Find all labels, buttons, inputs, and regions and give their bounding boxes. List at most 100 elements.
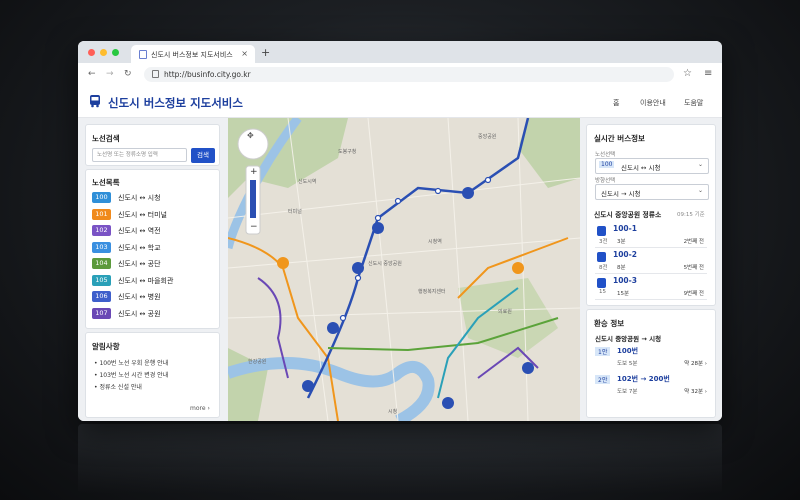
minimize-window-dot[interactable] — [100, 49, 107, 56]
route-list-item[interactable]: 104 신도시 ↔ 공단 — [92, 258, 222, 270]
back-icon[interactable]: ← — [88, 69, 96, 79]
close-window-dot[interactable] — [88, 49, 95, 56]
route-list-item[interactable]: 105 신도시 ↔ 마을회관 — [92, 274, 222, 287]
route-number-badge: 106 — [92, 291, 111, 302]
arrival-position: 5번째 전 — [683, 265, 704, 271]
stop-update-time: 09:15 기준 — [677, 212, 705, 218]
notice-text: 정류소 신설 안내 — [99, 384, 142, 391]
route-number-badge: 104 — [92, 258, 111, 269]
route-number-badge: 102 — [92, 225, 111, 236]
arrival-item[interactable]: 100-3 15 15분 9번째 전 — [595, 275, 707, 300]
map-label: 도봉구청 — [338, 149, 357, 155]
notice-title: 알림사항 — [92, 342, 120, 351]
route-select-label: 노선선택 — [595, 152, 616, 158]
bus-icon — [597, 278, 606, 288]
direction-select-label: 방향선택 — [595, 178, 616, 184]
route-name: 신도시 ↔ 공단 — [118, 260, 161, 268]
arrival-stops: 3전 — [599, 239, 608, 245]
browser-menu-icon[interactable]: ≡ — [704, 68, 712, 79]
arrival-item[interactable]: 100-1 3전 3분 2번째 전 — [595, 223, 707, 248]
map-label: 행정복지센터 — [418, 289, 446, 295]
route-list-item[interactable]: 100 신도시 ↔ 시청 — [92, 192, 222, 204]
route-list-item[interactable]: 107 신도시 ↔ 공원 — [92, 307, 222, 320]
route-name: 신도시 ↔ 마을회관 — [118, 276, 174, 285]
nav-guide[interactable]: 이용안내 — [640, 98, 666, 108]
bus-icon — [597, 226, 606, 236]
notice-text: 100번 노선 우회 운행 안내 — [99, 360, 169, 367]
transfer-walk: 도보 5분 — [617, 361, 638, 367]
map-label: 한강공원 — [248, 359, 267, 365]
nav-home[interactable]: 홈 — [613, 98, 619, 108]
zoom-in-button[interactable]: + — [250, 167, 258, 177]
map-label: 터미널 — [288, 209, 302, 215]
stop-title: 신도시 중앙공원 정류소 — [594, 211, 662, 219]
route-list-item[interactable]: 102 신도시 ↔ 역전 — [92, 225, 222, 237]
pan-control-icon[interactable]: ✥ — [247, 131, 254, 140]
transfer-walk: 도보 7분 — [617, 389, 638, 395]
direction-select[interactable]: 신도시 → 시청 ⌄ — [595, 184, 709, 200]
arrival-item[interactable]: 100-2 8전 8분 5번째 전 — [595, 249, 707, 274]
page-info-icon — [152, 70, 159, 78]
route-list-panel: 노선목록 100 신도시 ↔ 시청 101 신도시 ↔ 터미널 102 신도시 ↔ 역전 1… — [85, 169, 220, 329]
transfer-option-tag: 2안 — [595, 375, 611, 384]
browser-tab[interactable]: 신도시 버스정보 지도서비스 × — [131, 45, 255, 63]
bookmark-star-icon[interactable]: ☆ — [683, 68, 692, 79]
route-list-item[interactable]: 103 신도시 ↔ 학교 — [92, 241, 222, 254]
arrival-time: 8분 — [617, 265, 626, 271]
route-list-item[interactable]: 106 신도시 ↔ 병원 — [92, 291, 222, 303]
search-input[interactable]: 노선명 또는 정류소명 입력 — [92, 148, 187, 162]
arrival-route: 100-1 — [613, 224, 637, 233]
notice-panel: 알림사항 • 100번 노선 우회 운행 안내 • 103번 노선 시간 변경 … — [85, 332, 220, 418]
app-header: 신도시 버스정보 지도서비스 홈 이용안내 도움말 — [78, 87, 722, 118]
window-reflection — [78, 424, 722, 494]
route-select[interactable]: 100 신도시 ↔ 시청 ⌄ — [595, 158, 709, 174]
transfer-panel: 환승 정보 신도시 중앙공원 → 시청 1안 100번 도보 5분 약 28분 › 2안… — [586, 309, 716, 418]
bus-icon — [597, 252, 606, 262]
tab-title: 신도시 버스정보 지도서비스 — [151, 51, 233, 59]
maximize-window-dot[interactable] — [112, 49, 119, 56]
arrival-route: 100-2 — [613, 250, 637, 259]
transfer-title: 환승 정보 — [594, 319, 625, 328]
tab-strip: 신도시 버스정보 지도서비스 × + — [78, 41, 722, 63]
route-number-badge: 103 — [92, 241, 111, 253]
transfer-total-time: 약 32분 › — [684, 389, 707, 395]
reload-icon[interactable]: ↻ — [124, 69, 132, 79]
bus-route-map[interactable]: ✥ + − 도봉구청 중앙공원 시청역 신도시 중앙공원 터미널 시청 한강공원… — [228, 118, 580, 421]
transfer-option[interactable]: 1안 100번 도보 5분 약 28분 › — [595, 346, 707, 370]
transfer-total-time: 약 28분 › — [684, 361, 707, 367]
arrival-route: 100-3 — [613, 276, 637, 285]
route-list-title: 노선목록 — [92, 178, 120, 187]
nav-help[interactable]: 도움말 — [684, 98, 703, 108]
route-number-badge: 105 — [92, 274, 111, 286]
tab-close-icon[interactable]: × — [241, 49, 248, 58]
zoom-out-button[interactable]: − — [250, 222, 258, 232]
route-number-badge: 107 — [92, 307, 111, 319]
arrival-stops: 15 — [599, 289, 606, 295]
new-tab-button[interactable]: + — [261, 46, 270, 59]
arrival-position: 9번째 전 — [683, 291, 704, 297]
url-field[interactable]: http://businfo.city.go.kr — [144, 67, 674, 82]
transfer-option[interactable]: 2안 102번 → 200번 도보 7분 약 32분 › — [595, 374, 707, 398]
chevron-down-icon: ⌄ — [697, 187, 703, 194]
route-name: 신도시 ↔ 터미널 — [118, 210, 167, 219]
map-label: 신도시 중앙공원 — [368, 261, 402, 267]
route-number-badge: 101 — [92, 208, 111, 220]
browser-window: 신도시 버스정보 지도서비스 × + ← → ↻ http://businfo.… — [78, 41, 722, 421]
route-name: 신도시 ↔ 역전 — [118, 227, 161, 235]
route-name: 신도시 ↔ 병원 — [118, 293, 161, 301]
arrival-position: 2번째 전 — [683, 239, 704, 245]
notice-item[interactable]: • 정류소 신설 안내 — [94, 382, 142, 391]
notice-text: 103번 노선 시간 변경 안내 — [99, 372, 169, 379]
route-list-item[interactable]: 101 신도시 ↔ 터미널 — [92, 208, 222, 221]
search-title: 노선검색 — [92, 134, 120, 143]
notice-item[interactable]: • 103번 노선 시간 변경 안내 — [94, 370, 168, 379]
map-label: 시청역 — [428, 239, 442, 245]
route-name: 신도시 ↔ 공원 — [118, 309, 161, 318]
route-select-value: 신도시 ↔ 시청 — [621, 164, 661, 172]
url-text: http://businfo.city.go.kr — [164, 70, 251, 79]
notice-more-link[interactable]: more › — [190, 405, 210, 412]
notice-item[interactable]: • 100번 노선 우회 운행 안내 — [94, 358, 168, 367]
forward-icon[interactable]: → — [106, 69, 114, 79]
search-button[interactable]: 검색 — [191, 148, 215, 163]
route-number-badge: 100 — [92, 192, 111, 203]
